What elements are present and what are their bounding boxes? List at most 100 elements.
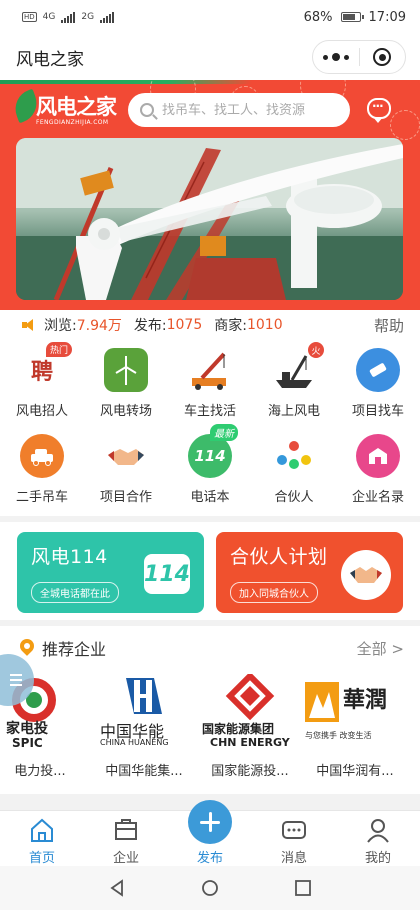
company-logo-text: 国家能源集团 — [202, 722, 275, 736]
grid-label: 车主找活 — [183, 404, 236, 419]
hot-badge: 热门 — [45, 342, 72, 357]
partner-icon — [272, 434, 316, 478]
section-header: 推荐企业 全部 > — [0, 626, 420, 670]
clock: 17:09 — [368, 9, 406, 25]
hero-header: 风电之家 FENGDIANZHIJIA.COM — [0, 80, 420, 330]
grid-item-partner[interactable]: 合伙人 — [252, 426, 336, 506]
company-card[interactable]: 国家能源集团 CHN ENERGY 国家能源投... — [200, 670, 300, 786]
hero-top-strip — [0, 80, 420, 84]
grid-item-company-directory[interactable]: 企业名录 — [336, 426, 420, 506]
hd-label: HD — [22, 12, 37, 22]
tab-home[interactable]: 首页 — [0, 811, 84, 867]
company-card[interactable]: 華潤 与您携手 改变生活 中国华润有... — [305, 670, 405, 786]
promo-card-partner[interactable]: 合伙人计划 加入同城合伙人 — [216, 532, 403, 613]
phonebook-114-icon: 114 — [144, 554, 190, 594]
company-name: 国家能源投... — [211, 764, 289, 779]
company-logo: 中国华能 CHINA HUANENG — [94, 674, 194, 754]
banner-image[interactable] — [16, 138, 403, 300]
back-icon[interactable] — [108, 879, 126, 897]
signal-group: HD 4G 2G — [22, 11, 115, 23]
company-logo-text: 家电投 — [6, 721, 48, 737]
help-link[interactable]: 帮助 — [374, 315, 404, 336]
company-logo-sub: 与您携手 改变生活 — [305, 731, 372, 740]
capsule-menu — [312, 40, 406, 74]
tab-messages[interactable]: 消息 — [252, 811, 336, 867]
logo-text: 风电之家 — [36, 95, 117, 119]
stats-bar: 浏览: 7.94万 发布: 1075 商家: 1010 帮助 — [0, 310, 420, 340]
profile-icon — [365, 817, 391, 843]
grid-item-phonebook[interactable]: 114 最新 电话本 — [168, 424, 252, 506]
merchants-value: 1010 — [246, 317, 283, 333]
publish-button[interactable] — [188, 800, 232, 844]
page-title: 风电之家 — [16, 49, 84, 70]
handshake-icon — [104, 434, 148, 478]
close-miniprogram-icon[interactable] — [360, 48, 406, 66]
tab-company[interactable]: 企业 — [84, 811, 168, 867]
signal-icon — [61, 11, 76, 23]
function-grid: 聘热门 风电招人 风电转场 车主找活 火 海上风电 项目找车 二手吊车 项目合作… — [0, 340, 420, 516]
company-card[interactable]: 中国华能 CHINA HUANENG 中国华能集... — [94, 670, 194, 786]
phonebook-icon: 114 最新 — [188, 424, 238, 478]
tab-label: 我的 — [364, 851, 391, 866]
brand-logo: 风电之家 FENGDIANZHIJIA.COM — [9, 88, 126, 133]
more-icon[interactable] — [313, 53, 359, 61]
company-icon — [113, 817, 139, 843]
project-car-icon — [356, 348, 400, 392]
grid-label: 项目合作 — [99, 490, 152, 505]
tab-label: 发布 — [196, 851, 223, 866]
merchants-label: 商家: — [214, 318, 247, 334]
company-logo-sub: CHINA HUANENG — [100, 738, 169, 747]
grid-item-wind-transfer[interactable]: 风电转场 — [84, 340, 168, 420]
wind-transfer-icon — [104, 348, 148, 392]
tab-profile[interactable]: 我的 — [336, 811, 420, 867]
chat-icon[interactable] — [367, 98, 391, 123]
recruit-icon: 聘热门 — [20, 342, 72, 392]
promo-section: 风电114 全城电话都在此 114 合伙人计划 加入同城合伙人 — [0, 522, 420, 620]
crane-truck-icon — [188, 348, 232, 392]
signal-icon-2 — [100, 11, 115, 23]
company-name: 中国华能集... — [105, 764, 183, 779]
offshore-crane-icon: 火 — [272, 342, 324, 392]
grid-item-project-cooperation[interactable]: 项目合作 — [84, 426, 168, 506]
search-input[interactable] — [162, 102, 342, 118]
grid-item-project-car[interactable]: 项目找车 — [336, 340, 420, 420]
home-circle-icon[interactable] — [201, 879, 219, 897]
grid-label: 企业名录 — [351, 490, 404, 505]
search-bar[interactable] — [128, 93, 350, 127]
view-all-link[interactable]: 全部 > — [357, 638, 404, 659]
phonebook-glyph: 114 — [194, 447, 226, 465]
grid-label: 二手吊车 — [15, 490, 68, 505]
grid-item-recruit[interactable]: 聘热门 风电招人 — [0, 340, 84, 420]
section-title: 推荐企业 — [42, 640, 107, 659]
grid-item-offshore[interactable]: 火 海上风电 — [252, 340, 336, 420]
grid-label: 风电招人 — [15, 404, 68, 419]
promo-card-114[interactable]: 风电114 全城电话都在此 114 — [17, 532, 204, 613]
grid-label: 风电转场 — [99, 404, 152, 419]
posts-label: 发布: — [133, 318, 167, 334]
location-pin-icon — [20, 639, 34, 657]
company-directory-icon — [356, 434, 400, 478]
recommended-companies: 推荐企业 全部 > 家电投 SPIC 电力投... 中国华能 CHINA HUA… — [0, 626, 420, 794]
company-carousel[interactable]: 家电投 SPIC 电力投... 中国华能 CHINA HUANENG 中国华能集… — [0, 670, 420, 786]
home-icon — [29, 817, 55, 843]
network-label-2: 2G — [81, 12, 95, 22]
message-icon — [281, 817, 307, 843]
tab-label: 消息 — [280, 851, 307, 866]
tab-label: 企业 — [112, 851, 139, 866]
company-logo-sub: SPIC — [12, 736, 43, 750]
views-value: 7.94万 — [76, 318, 122, 334]
status-bar: HD 4G 2G 68% 17:09 — [0, 0, 420, 34]
new-badge: 最新 — [210, 424, 238, 441]
used-crane-icon — [20, 434, 64, 478]
grid-label: 海上风电 — [267, 404, 320, 419]
grid-label: 项目找车 — [351, 404, 404, 419]
menu-icon — [10, 679, 22, 681]
grid-item-crane-owner[interactable]: 车主找活 — [168, 340, 252, 420]
company-logo-sub: CHN ENERGY — [210, 736, 290, 749]
speaker-icon — [22, 319, 38, 331]
company-name: 电力投... — [14, 764, 66, 779]
grid-item-used-crane[interactable]: 二手吊车 — [0, 426, 84, 506]
fire-badge: 火 — [308, 342, 324, 358]
network-label: 4G — [42, 12, 56, 22]
recent-apps-icon[interactable] — [294, 879, 312, 897]
